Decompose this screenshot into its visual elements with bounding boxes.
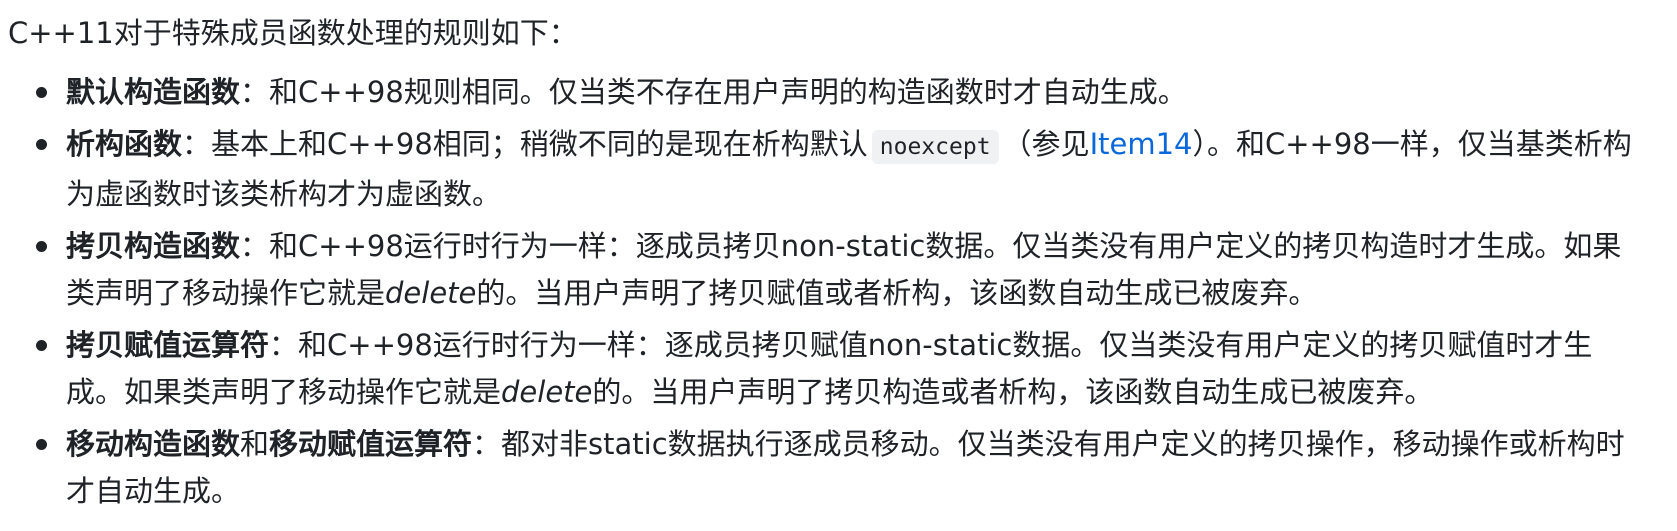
rule-term: 拷贝构造函数 xyxy=(66,229,241,263)
rule-term: 拷贝赋值运算符 xyxy=(66,328,270,362)
rule-copy-assignment: 拷贝赋值运算符：和C++98运行时行为一样：逐成员拷贝赋值non-static数… xyxy=(36,322,1637,416)
document-body: C++11对于特殊成员函数处理的规则如下： 默认构造函数：和C++98规则相同。… xyxy=(0,0,1677,531)
rule-text: ：基本上和C++98相同；稍微不同的是现在析构默认 xyxy=(182,127,868,161)
rule-text: （参见 xyxy=(1002,127,1090,161)
rule-text: 的。当用户声明了拷贝赋值或者析构，该函数自动生成已被废弃。 xyxy=(476,276,1318,310)
rule-term: 默认构造函数 xyxy=(66,75,241,109)
rule-text: 的。当用户声明了拷贝构造或者析构，该函数自动生成已被废弃。 xyxy=(592,375,1434,409)
special-member-rules-list: 默认构造函数：和C++98规则相同。仅当类不存在用户声明的构造函数时才自动生成。… xyxy=(8,69,1637,515)
emphasis-delete: delete xyxy=(385,276,477,310)
rule-term: 移动赋值运算符 xyxy=(269,427,473,461)
rule-destructor: 析构函数：基本上和C++98相同；稍微不同的是现在析构默认 noexcept （参见… xyxy=(36,121,1637,218)
rule-text: ：和C++98规则相同。仅当类不存在用户声明的构造函数时才自动生成。 xyxy=(240,75,1187,109)
rule-term: 移动构造函数 xyxy=(66,427,241,461)
rule-move-operations: 移动构造函数和移动赋值运算符：都对非static数据执行逐成员移动。仅当类没有用… xyxy=(36,421,1637,515)
rule-default-constructor: 默认构造函数：和C++98规则相同。仅当类不存在用户声明的构造函数时才自动生成。 xyxy=(36,69,1637,116)
rule-joiner: 和 xyxy=(240,427,270,461)
emphasis-delete: delete xyxy=(501,375,593,409)
rule-copy-constructor: 拷贝构造函数：和C++98运行时行为一样：逐成员拷贝non-static数据。仅… xyxy=(36,223,1637,317)
inline-code-noexcept: noexcept xyxy=(871,130,999,164)
rule-term: 析构函数 xyxy=(66,127,183,161)
item14-link[interactable]: Item14 xyxy=(1090,127,1193,161)
intro-paragraph: C++11对于特殊成员函数处理的规则如下： xyxy=(8,16,578,50)
